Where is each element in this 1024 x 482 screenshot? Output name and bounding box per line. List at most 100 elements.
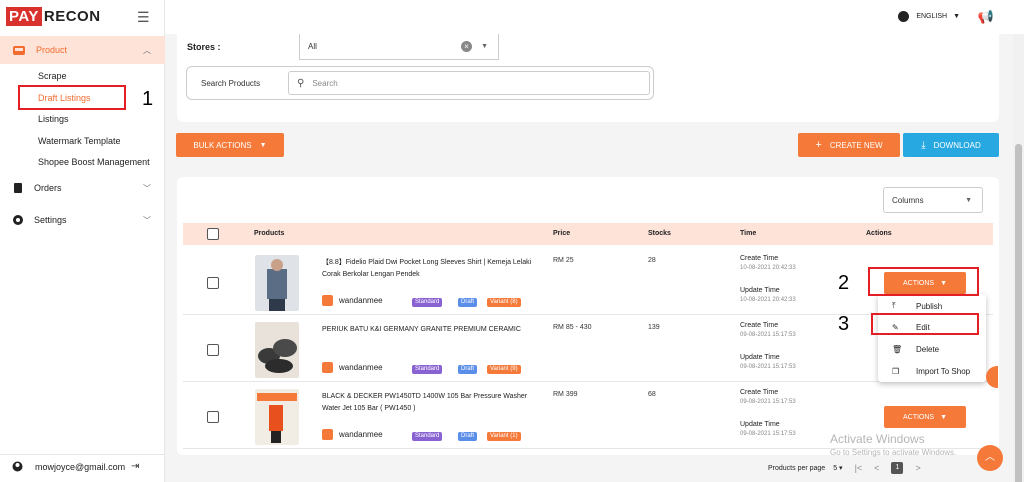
shop-name: wandanmee: [322, 429, 383, 440]
product-name[interactable]: PERIUK BATU K&I GERMANY GRANITE PREMIUM …: [322, 324, 537, 336]
user-email: mowjoyce@gmail.com: [35, 461, 126, 472]
update-time-label: Update Time: [740, 287, 780, 294]
badge-draft: Draft: [458, 432, 478, 441]
scrollbar-thumb[interactable]: [1015, 144, 1022, 482]
update-time-value: 09-08-2021 15:17:53: [740, 431, 796, 437]
create-time-value: 09-08-2021 15:17:53: [740, 332, 796, 338]
product-thumbnail[interactable]: [255, 389, 299, 445]
sidebar-item-settings[interactable]: Settings ﹀: [0, 209, 165, 231]
sidebar-subitem-scrape[interactable]: Scrape: [38, 71, 67, 81]
windows-watermark-subtitle: Go to Settings to activate Windows.: [830, 448, 957, 457]
create-new-button[interactable]: + CREATE NEW: [798, 133, 900, 157]
bulk-actions-button[interactable]: BULK ACTIONS ▼: [176, 133, 284, 157]
row-checkbox[interactable]: [207, 277, 219, 289]
columns-label: Columns: [892, 195, 924, 205]
clear-icon[interactable]: ×: [461, 41, 472, 52]
sidebar-item-orders[interactable]: Orders ﹀: [0, 177, 165, 199]
box-icon: [13, 45, 25, 55]
caret-down-icon: ▼: [965, 196, 972, 204]
caret-down-icon: ▼: [481, 43, 488, 50]
first-page-icon[interactable]: |<: [855, 463, 863, 473]
per-page-select[interactable]: 5 ▾: [833, 464, 842, 472]
row-checkbox[interactable]: [207, 344, 219, 356]
sidebar-subitem-listings[interactable]: Listings: [38, 114, 69, 124]
pagination: Products per page 5 ▾ |< < 1 >: [768, 462, 921, 474]
create-time-label: Create Time: [740, 322, 779, 329]
badge-standard: Standard: [412, 365, 443, 374]
search-placeholder: Search: [312, 78, 338, 88]
annotation-number-2: 2: [838, 272, 850, 294]
update-time-label: Update Time: [740, 354, 780, 361]
annotation-number-3: 3: [838, 313, 850, 335]
chevron-down-icon: ﹀: [143, 183, 151, 193]
menu-item-delete[interactable]: 🗑 Delete: [878, 339, 986, 359]
windows-watermark-title: Activate Windows: [830, 432, 925, 446]
actions-label: ACTIONS: [902, 413, 935, 421]
language-selector[interactable]: ENGLISH ▼: [898, 11, 960, 22]
badge-standard: Standard: [412, 298, 443, 307]
select-all-checkbox[interactable]: [207, 228, 219, 240]
sidebar-item-product[interactable]: Product ︿: [0, 36, 165, 64]
menu-item-import-to-shop[interactable]: ❐ Import To Shop: [878, 361, 986, 381]
sidebar-subitem-watermark-template[interactable]: Watermark Template: [38, 136, 121, 146]
bulk-actions-label: BULK ACTIONS: [193, 140, 252, 150]
create-time-label: Create Time: [740, 389, 779, 396]
download-icon: ⤓: [921, 139, 926, 151]
badge-draft: Draft: [458, 365, 478, 374]
row-actions-button[interactable]: ACTIONS ▼: [884, 406, 966, 428]
product-name[interactable]: BLACK & DECKER PW1450TD 1400W 105 Bar Pr…: [322, 391, 537, 415]
actions-dropdown-menu: ⤒ Publish ✎ Edit 🗑 Delete ❐ Import To Sh…: [878, 294, 986, 382]
user-profile[interactable]: mowjoyce@gmail.com ⇥: [0, 454, 165, 478]
badge-variant: Variant (9): [487, 365, 521, 374]
price: RM 85 - 430: [553, 324, 592, 331]
product-thumbnail[interactable]: [255, 255, 299, 311]
stocks: 28: [648, 257, 656, 264]
current-page[interactable]: 1: [891, 462, 904, 474]
shop-label: wandanmee: [339, 430, 383, 439]
next-page-icon[interactable]: >: [915, 463, 920, 473]
header-products: Products: [254, 230, 285, 237]
chevron-up-icon: ︿: [143, 45, 151, 55]
download-button[interactable]: ⤓ DOWNLOAD: [903, 133, 999, 157]
search-input[interactable]: ⚲ Search: [288, 71, 650, 95]
row-checkbox[interactable]: [207, 411, 219, 423]
per-page-value: 5: [833, 465, 838, 472]
chevron-down-icon: ﹀: [143, 215, 151, 225]
payrecon-logo[interactable]: PAY RECON: [6, 6, 101, 26]
sidebar-item-label: Orders: [34, 183, 62, 193]
logo-recon: RECON: [43, 7, 101, 25]
plus-icon: +: [815, 139, 822, 151]
megaphone-icon[interactable]: 📢: [978, 9, 994, 25]
chevron-up-icon: ︿: [985, 452, 995, 463]
page-scrollbar[interactable]: [1013, 34, 1024, 482]
badge-draft: Draft: [458, 298, 478, 307]
stores-label: Stores :: [187, 42, 221, 52]
gear-icon: [13, 215, 23, 225]
product-name[interactable]: 【8.8】Fidelio Plaid Dwi Pocket Long Sleev…: [322, 257, 537, 281]
download-label: DOWNLOAD: [933, 140, 981, 150]
language-label: ENGLISH: [916, 13, 948, 20]
header-time: Time: [740, 230, 757, 237]
price: RM 399: [553, 391, 578, 398]
globe-icon: [898, 11, 910, 22]
filter-card: Stores : All × ▼ Search Products ⚲ Searc…: [177, 30, 999, 122]
trash-icon: 🗑: [892, 344, 903, 354]
top-bar: ENGLISH ▼ 📢: [165, 0, 1024, 34]
prev-page-icon[interactable]: <: [874, 463, 879, 473]
header-price: Price: [553, 230, 571, 237]
upload-icon: ⤒: [892, 301, 896, 310]
header-stocks: Stocks: [648, 230, 671, 237]
sidebar-item-label: Settings: [34, 215, 67, 225]
shop-icon: [322, 362, 333, 373]
stores-select[interactable]: All × ▼: [299, 34, 499, 60]
sidebar-subitem-shopee-boost[interactable]: Shopee Boost Management: [38, 157, 150, 167]
hamburger-menu-icon[interactable]: ☰: [137, 9, 150, 26]
product-thumbnail[interactable]: [255, 322, 299, 378]
search-box: Search Products ⚲ Search: [186, 66, 654, 100]
scroll-top-button[interactable]: ︿: [977, 445, 1003, 471]
columns-select[interactable]: Columns ▼: [883, 187, 983, 213]
update-time-value: 10-08-2021 20:42:33: [740, 297, 796, 303]
create-time-label: Create Time: [740, 255, 779, 262]
logout-icon[interactable]: ⇥: [131, 461, 139, 472]
create-new-label: CREATE NEW: [829, 140, 883, 150]
